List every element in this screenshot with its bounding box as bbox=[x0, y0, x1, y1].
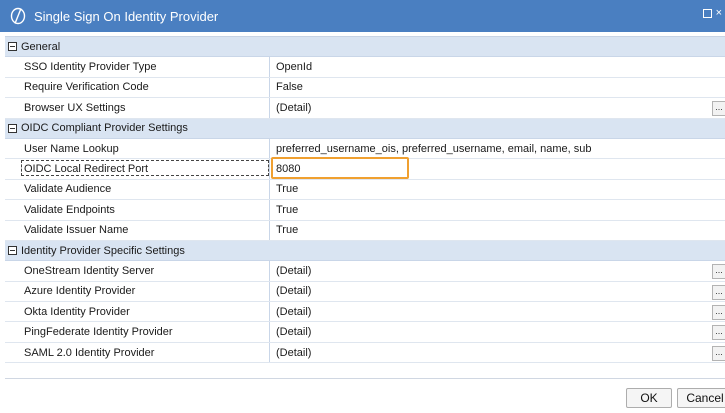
property-name: OIDC Local Redirect Port bbox=[24, 163, 149, 176]
collapse-toggle-icon[interactable] bbox=[8, 123, 17, 133]
ellipsis-button[interactable]: ... bbox=[712, 345, 725, 361]
ellipsis-button[interactable]: ... bbox=[712, 325, 725, 341]
footer-divider bbox=[5, 378, 725, 379]
property-value[interactable]: (Detail) bbox=[276, 282, 705, 301]
category-row[interactable]: Identity Provider Specific Settings bbox=[5, 240, 725, 262]
property-value[interactable]: OpenId bbox=[276, 57, 705, 76]
column-divider[interactable] bbox=[269, 138, 270, 159]
column-divider[interactable] bbox=[269, 261, 270, 281]
property-value[interactable]: True bbox=[276, 221, 705, 240]
column-divider[interactable] bbox=[269, 302, 270, 322]
property-row[interactable]: OIDC Local Redirect Port 8080 bbox=[5, 157, 725, 180]
property-row[interactable]: SAML 2.0 Identity Provider (Detail)... bbox=[5, 342, 725, 364]
property-value[interactable]: preferred_username_ois, preferred_userna… bbox=[276, 139, 705, 158]
column-divider[interactable] bbox=[269, 200, 270, 220]
column-divider[interactable] bbox=[269, 342, 270, 363]
property-value[interactable]: (Detail) bbox=[276, 98, 705, 117]
column-divider[interactable] bbox=[269, 322, 270, 342]
property-row[interactable]: Require Verification Code False bbox=[5, 77, 725, 99]
property-row[interactable]: Browser UX Settings (Detail)... bbox=[5, 98, 725, 119]
app-logo-icon bbox=[8, 6, 28, 26]
property-row[interactable]: OneStream Identity Server (Detail)... bbox=[5, 261, 725, 282]
property-name: Azure Identity Provider bbox=[24, 285, 136, 298]
property-value[interactable]: (Detail) bbox=[276, 322, 705, 341]
property-row[interactable]: Azure Identity Provider (Detail)... bbox=[5, 281, 725, 303]
ellipsis-button[interactable]: ... bbox=[712, 101, 725, 117]
property-name: Okta Identity Provider bbox=[24, 305, 130, 318]
property-row[interactable]: SSO Identity Provider Type OpenId bbox=[5, 57, 725, 78]
ok-button[interactable]: OK bbox=[626, 388, 672, 408]
ellipsis-button[interactable]: ... bbox=[712, 305, 725, 321]
category-label: OIDC Compliant Provider Settings bbox=[21, 122, 188, 135]
cancel-button[interactable]: Cancel bbox=[677, 388, 725, 408]
property-row[interactable]: Validate Audience True bbox=[5, 179, 725, 201]
column-divider[interactable] bbox=[269, 159, 270, 179]
category-row[interactable]: General bbox=[5, 37, 725, 58]
column-divider[interactable] bbox=[269, 98, 270, 118]
column-divider[interactable] bbox=[269, 77, 270, 98]
maximize-icon[interactable] bbox=[702, 9, 712, 18]
collapse-toggle-icon[interactable] bbox=[8, 42, 17, 52]
column-divider[interactable] bbox=[269, 57, 270, 77]
column-divider[interactable] bbox=[269, 179, 270, 200]
property-name: Validate Audience bbox=[24, 183, 112, 196]
property-name: SAML 2.0 Identity Provider bbox=[24, 346, 155, 359]
property-value[interactable]: False bbox=[276, 78, 705, 97]
property-row[interactable]: Validate Endpoints True bbox=[5, 200, 725, 221]
property-value[interactable]: True bbox=[276, 200, 705, 219]
property-row[interactable]: User Name Lookup preferred_username_ois, … bbox=[5, 138, 725, 160]
title-bar: Single Sign On Identity Provider × bbox=[0, 0, 725, 32]
property-name: SSO Identity Provider Type bbox=[24, 61, 157, 74]
column-divider[interactable] bbox=[269, 220, 270, 240]
property-name: Validate Endpoints bbox=[24, 203, 115, 216]
property-value[interactable]: True bbox=[276, 180, 705, 199]
property-grid: General SSO Identity Provider Type OpenId R… bbox=[5, 36, 725, 379]
collapse-toggle-icon[interactable] bbox=[8, 246, 17, 256]
column-divider[interactable] bbox=[269, 281, 270, 302]
ellipsis-button[interactable]: ... bbox=[712, 284, 725, 300]
property-name: OneStream Identity Server bbox=[24, 264, 155, 277]
category-label: General bbox=[21, 40, 61, 53]
property-value[interactable]: (Detail) bbox=[276, 261, 705, 280]
category-label: Identity Provider Specific Settings bbox=[21, 244, 185, 257]
property-name: PingFederate Identity Provider bbox=[24, 326, 173, 339]
property-name: Require Verification Code bbox=[24, 81, 149, 94]
close-icon[interactable]: × bbox=[716, 8, 722, 19]
property-row[interactable]: PingFederate Identity Provider (Detail)..… bbox=[5, 322, 725, 343]
property-name: Validate Issuer Name bbox=[24, 224, 129, 237]
property-value[interactable]: (Detail) bbox=[276, 302, 705, 321]
window-title: Single Sign On Identity Provider bbox=[34, 8, 219, 24]
category-row[interactable]: OIDC Compliant Provider Settings bbox=[5, 118, 725, 139]
property-row[interactable]: Okta Identity Provider (Detail)... bbox=[5, 302, 725, 323]
property-name: Browser UX Settings bbox=[24, 101, 126, 114]
property-row[interactable]: Validate Issuer Name True bbox=[5, 220, 725, 241]
property-value[interactable]: (Detail) bbox=[276, 343, 705, 362]
highlight-box bbox=[271, 157, 409, 180]
property-name: User Name Lookup bbox=[24, 142, 119, 155]
ellipsis-button[interactable]: ... bbox=[712, 264, 725, 280]
